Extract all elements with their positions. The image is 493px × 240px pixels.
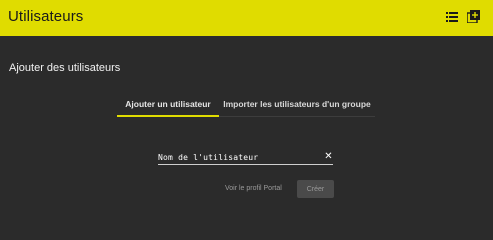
list-icon[interactable] <box>446 12 458 22</box>
clear-icon[interactable]: ✕ <box>324 152 333 162</box>
username-field: ✕ <box>158 150 333 165</box>
tab-add-user[interactable]: Ajouter un utilisateur <box>117 91 219 117</box>
create-button[interactable]: Créer <box>297 180 334 198</box>
add-box-icon[interactable] <box>467 10 480 23</box>
tab-bar: Ajouter un utilisateur Importer les util… <box>117 91 375 117</box>
section-title: Ajouter des utilisateurs <box>9 62 121 74</box>
active-tab-indicator <box>117 115 219 117</box>
tab-import-group[interactable]: Importer les utilisateurs d'un groupe <box>219 91 375 117</box>
app-title: Utilisateurs <box>8 8 84 25</box>
view-portal-profile-link[interactable]: Voir le profil Portal <box>225 185 282 192</box>
username-input[interactable] <box>158 151 318 163</box>
top-app-bar: Utilisateurs <box>0 0 493 36</box>
